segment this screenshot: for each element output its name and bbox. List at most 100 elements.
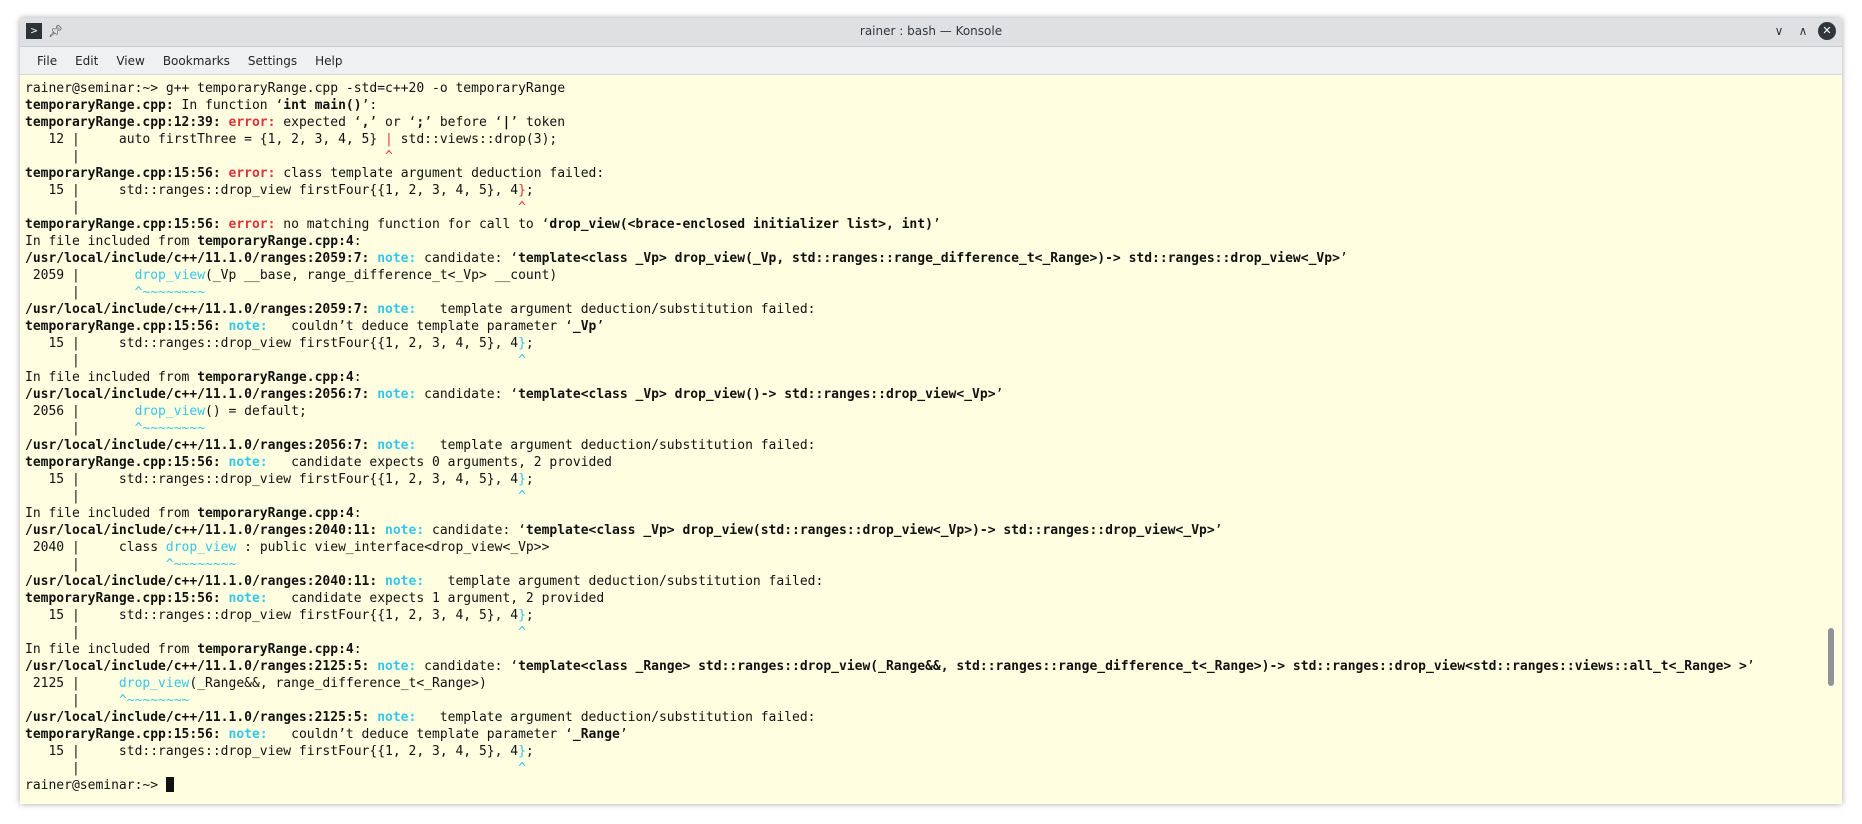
terminal-line: temporaryRange.cpp:15:56: note: couldn’t…	[25, 318, 1825, 335]
terminal-text: |	[25, 625, 519, 640]
terminal-text: template argument deduction/substitution…	[416, 710, 816, 725]
terminal-line: /usr/local/include/c++/11.1.0/ranges:204…	[25, 522, 1825, 539]
terminal-text: |	[25, 421, 135, 436]
terminal-text: /usr/local/include/c++/11.1.0/ranges:212…	[25, 710, 378, 725]
terminal-line: | ^	[25, 199, 1825, 216]
text-cursor	[165, 777, 174, 792]
terminal-text: ;	[525, 608, 534, 623]
chevron-down-icon[interactable]: ∨	[1770, 22, 1788, 40]
terminal-text: 2056 |	[25, 404, 135, 419]
menubar: File Edit View Bookmarks Settings Help	[20, 47, 1842, 75]
titlebar[interactable]: > 📌︎ rainer : bash — Konsole ∨ ∧ ✕	[20, 18, 1842, 47]
terminal-text: In file included from	[25, 234, 198, 249]
terminal-text: candidate: ‘	[416, 387, 519, 402]
terminal-line: /usr/local/include/c++/11.1.0/ranges:204…	[25, 573, 1825, 590]
terminal-line: /usr/local/include/c++/11.1.0/ranges:205…	[25, 437, 1825, 454]
terminal-text: note:	[377, 438, 417, 453]
menu-edit[interactable]: Edit	[66, 54, 107, 68]
terminal-text: couldn’t deduce template parameter ‘	[267, 319, 573, 334]
terminal-text: ’ or ‘	[369, 115, 417, 130]
terminal-text: note:	[377, 251, 417, 266]
terminal-text: note:	[228, 591, 268, 606]
menu-file[interactable]: File	[28, 54, 66, 68]
terminal-text: drop_view(<brace-enclosed initializer li…	[549, 217, 933, 232]
terminal-text: 2059 |	[25, 268, 135, 283]
menu-view[interactable]: View	[107, 54, 153, 68]
terminal-text: note:	[377, 387, 417, 402]
menu-bookmarks[interactable]: Bookmarks	[154, 54, 239, 68]
terminal-text: template argument deduction/substitution…	[416, 438, 816, 453]
menu-help[interactable]: Help	[306, 54, 351, 68]
terminal-line: | ^	[25, 488, 1825, 505]
terminal-text: ’ token	[510, 115, 566, 130]
terminal-line: temporaryRange.cpp:15:56: note: couldn’t…	[25, 726, 1825, 743]
terminal-text: /usr/local/include/c++/11.1.0/ranges:204…	[25, 574, 386, 589]
terminal-text: :	[353, 642, 362, 657]
close-icon[interactable]: ✕	[1818, 22, 1836, 40]
terminal-text: temporaryRange.cpp:15:56:	[25, 166, 229, 181]
terminal-text: note:	[228, 319, 268, 334]
terminal-line: temporaryRange.cpp:15:56: error: no matc…	[25, 216, 1825, 233]
terminal-text: }	[518, 336, 526, 351]
terminal-line: 2040 | class drop_view : public view_int…	[25, 539, 1825, 556]
terminal-text: /usr/local/include/c++/11.1.0/ranges:205…	[25, 302, 378, 317]
terminal-output[interactable]: rainer@seminar:~> g++ temporaryRange.cpp…	[25, 80, 1825, 800]
terminal-text: |	[25, 557, 166, 572]
terminal-text: 15 | std::ranges::drop_view firstFour{{1…	[25, 608, 519, 623]
terminal-text: ^~~~~~~~~	[134, 285, 206, 300]
terminal-line: 15 | std::ranges::drop_view firstFour{{1…	[25, 335, 1825, 352]
terminal-line: temporaryRange.cpp: In function ‘int mai…	[25, 97, 1825, 114]
terminal-text: candidate: ‘	[416, 659, 519, 674]
terminal-line: rainer@seminar:~> g++ temporaryRange.cpp…	[25, 80, 1825, 97]
terminal-line: | ^~~~~~~~~	[25, 420, 1825, 437]
terminal-text: }	[518, 472, 526, 487]
terminal-text: 2125 |	[25, 676, 119, 691]
terminal-text: ;	[525, 472, 534, 487]
terminal-text: In file included from	[25, 506, 198, 521]
terminal-line: In file included from temporaryRange.cpp…	[25, 641, 1825, 658]
terminal-text: template argument deduction/substitution…	[416, 302, 816, 317]
terminal-line: | ^	[25, 352, 1825, 369]
terminal-text: }	[518, 183, 526, 198]
terminal-text: /usr/local/include/c++/11.1.0/ranges:205…	[25, 438, 378, 453]
terminal-text: ’	[1339, 251, 1348, 266]
terminal-text: ’	[1214, 523, 1223, 538]
terminal-text: _Range	[572, 727, 620, 742]
terminal-line: temporaryRange.cpp:12:39: error: expecte…	[25, 114, 1825, 131]
terminal-text: temporaryRange.cpp:15:56:	[25, 217, 229, 232]
terminal-text: note:	[385, 574, 425, 589]
terminal-text: temporaryRange.cpp:4	[197, 234, 354, 249]
terminal-text: error:	[228, 115, 276, 130]
chevron-up-icon[interactable]: ∧	[1794, 22, 1812, 40]
terminal-text: class template argument deduction failed…	[275, 166, 605, 181]
terminal-text: int main()	[283, 98, 362, 113]
prompt-line[interactable]: rainer@seminar:~>	[25, 777, 1825, 794]
menu-settings[interactable]: Settings	[239, 54, 306, 68]
terminal-text: candidate: ‘	[416, 251, 519, 266]
terminal-text: candidate: ‘	[424, 523, 526, 538]
terminal-text: |	[25, 693, 119, 708]
terminal-text: 15 | std::ranges::drop_view firstFour{{1…	[25, 183, 519, 198]
terminal-line: 12 | auto firstThree = {1, 2, 3, 4, 5} |…	[25, 131, 1825, 148]
terminal-text: |	[25, 200, 519, 215]
terminal-text: (_Vp __base, range_difference_t<_Vp> __c…	[205, 268, 558, 283]
terminal-text: : public view_interface<drop_view<_Vp>>	[236, 540, 550, 555]
terminal-line: /usr/local/include/c++/11.1.0/ranges:205…	[25, 386, 1825, 403]
scrollbar-handle[interactable]	[1828, 628, 1834, 686]
terminal-text: ’	[619, 727, 628, 742]
terminal-line: 15 | std::ranges::drop_view firstFour{{1…	[25, 743, 1825, 760]
terminal-line: 2059 | drop_view(_Vp __base, range_diffe…	[25, 267, 1825, 284]
terminal-text: temporaryRange.cpp:15:56:	[25, 727, 229, 742]
terminal-text: template<class _Range> std::ranges::drop…	[518, 659, 1747, 674]
terminal-text: |	[25, 353, 519, 368]
terminal-text: ’	[1746, 659, 1755, 674]
terminal-text: couldn’t deduce template parameter ‘	[267, 727, 573, 742]
terminal-text: note:	[377, 710, 417, 725]
terminal-text: ;	[416, 115, 425, 130]
terminal-text: _Vp	[572, 319, 597, 334]
terminal-text: ^~~~~~~~~	[118, 693, 190, 708]
terminal-text: note:	[385, 523, 425, 538]
terminal-text: ’	[995, 387, 1004, 402]
terminal-text: drop_view	[165, 540, 237, 555]
terminal-text: }	[518, 608, 526, 623]
